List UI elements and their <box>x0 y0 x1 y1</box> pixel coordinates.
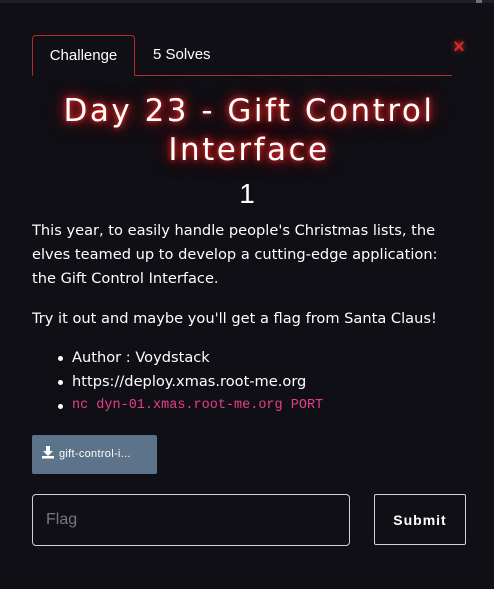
detail-url: https://deploy.xmas.root-me.org <box>58 370 323 394</box>
flag-input[interactable] <box>32 494 350 546</box>
detail-url-text: https://deploy.xmas.root-me.org <box>72 373 307 390</box>
challenge-prompt: Try it out and maybe you'll get a flag f… <box>32 310 437 327</box>
download-icon <box>42 446 54 459</box>
bullet-icon <box>58 404 63 409</box>
close-icon[interactable]: × <box>448 36 470 58</box>
tab-challenge[interactable]: Challenge <box>32 35 135 76</box>
bullet-icon <box>58 380 63 385</box>
challenge-tabs: Challenge 5 Solves <box>32 35 452 76</box>
tab-solves[interactable]: 5 Solves <box>153 35 223 75</box>
submit-button[interactable]: Submit <box>374 494 466 545</box>
detail-author-text: Author : Voydstack <box>72 349 210 366</box>
bullet-icon <box>58 356 63 361</box>
challenge-description: This year, to easily handle people's Chr… <box>32 222 438 287</box>
detail-netcat-text: nc dyn-01.xmas.root-me.org PORT <box>72 398 324 413</box>
top-scroll-edge <box>0 0 494 3</box>
detail-netcat: nc dyn-01.xmas.root-me.org PORT <box>58 394 323 418</box>
challenge-title: Day 23 - Gift Control Interface <box>63 93 435 168</box>
detail-author: Author : Voydstack <box>58 346 323 370</box>
challenge-details: Author : Voydstack https://deploy.xmas.r… <box>58 346 323 418</box>
download-file-button[interactable]: gift-control-i... <box>32 435 157 474</box>
download-file-label: gift-control-i... <box>59 448 131 460</box>
scrollbar-thumb[interactable] <box>476 0 482 3</box>
challenge-points: 1 <box>239 178 255 209</box>
